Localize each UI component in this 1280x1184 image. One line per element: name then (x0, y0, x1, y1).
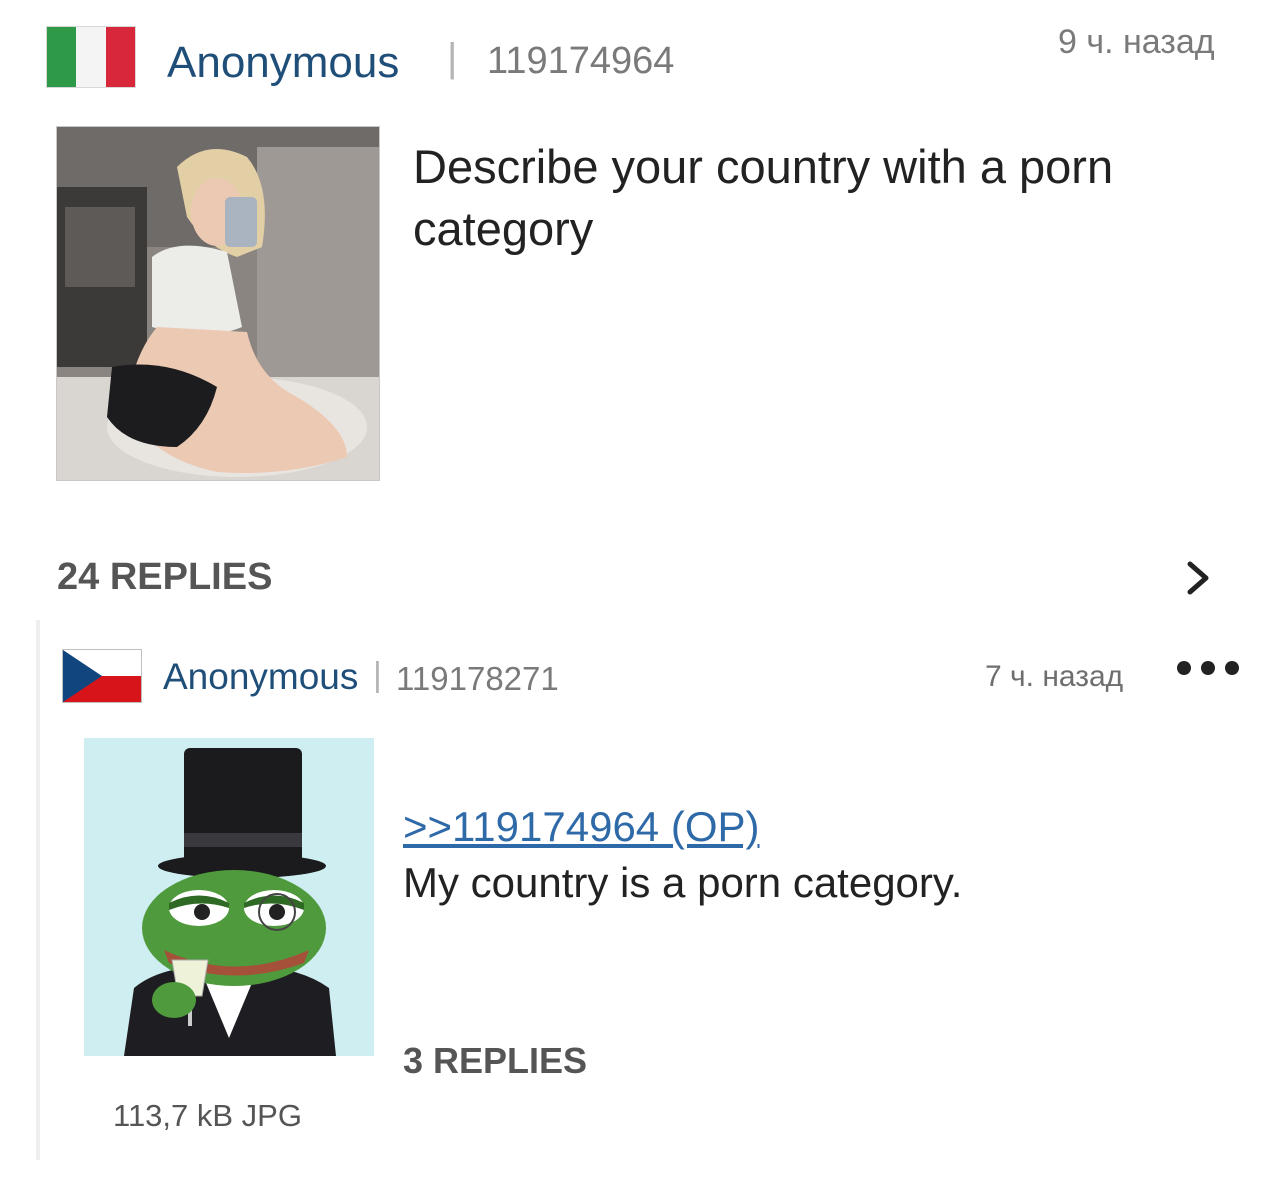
op-author-name[interactable]: Anonymous (167, 38, 399, 88)
op-timestamp: 9 ч. назад (1058, 23, 1215, 61)
reply-replies-count[interactable]: 3 REPLIES (403, 1040, 587, 1082)
chevron-right-icon[interactable] (1180, 558, 1216, 598)
reply-post-number[interactable]: 119178271 (396, 660, 559, 698)
op-post-number[interactable]: 119174964 (487, 40, 674, 83)
reply-text: My country is a porn category. (403, 859, 963, 906)
reply-image-thumbnail[interactable] (84, 738, 374, 1056)
header-separator: | (373, 656, 382, 694)
header-separator: | (447, 36, 458, 80)
op-subject: Describe your country with a porn catego… (413, 140, 1114, 255)
op-replies-count[interactable]: 24 REPLIES (57, 556, 272, 599)
reply-author-name[interactable]: Anonymous (163, 656, 358, 698)
czech-flag-icon (63, 650, 141, 702)
op-quote-link[interactable]: >>119174964 (OP) (403, 803, 760, 851)
italy-flag-icon (47, 27, 135, 87)
more-dots-icon[interactable] (1176, 660, 1240, 676)
op-image-thumbnail[interactable] (57, 127, 379, 480)
reply-timestamp: 7 ч. назад (985, 660, 1124, 693)
file-info: 113,7 kB JPG (113, 1098, 302, 1133)
